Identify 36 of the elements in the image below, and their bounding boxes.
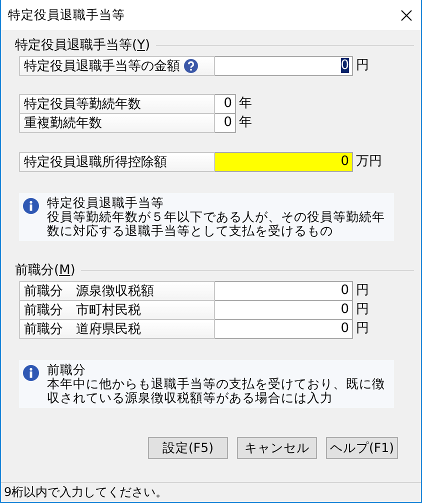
note-title: 前職分	[47, 363, 87, 377]
field-label: 前職分 道府県民税	[24, 321, 141, 338]
field-label: 特定役員等勤続年数	[24, 96, 141, 113]
field-label: 特定役員退職所得控除額	[24, 154, 167, 171]
unit-label: 年	[239, 95, 252, 113]
note-text: 本年中に他からも退職手当等の支払を受けており、既に徴収されている源泉徴収税額等がある場合には入力	[47, 377, 386, 405]
info-icon	[23, 198, 39, 214]
input-field[interactable]: 0	[215, 300, 353, 320]
group-heading: 特定役員退職手当等(Y)	[15, 37, 150, 54]
field-label: 前職分 源泉徴収税額	[24, 283, 154, 300]
input-field[interactable]: 0	[215, 56, 353, 76]
input-field[interactable]: 0	[215, 94, 236, 114]
window-title: 特定役員退職手当等	[8, 6, 125, 24]
field-label: 前職分 市町村民税	[24, 302, 141, 319]
group-heading: 前職分(M)	[15, 262, 76, 279]
unit-label: 円	[356, 282, 369, 300]
dialog-button[interactable]: ヘルプ(F1)	[326, 437, 398, 459]
input-field[interactable]: 0	[215, 281, 353, 301]
unit-label: 円	[356, 320, 369, 338]
close-icon[interactable]	[401, 10, 412, 20]
input-field[interactable]: 0	[215, 319, 353, 339]
note-text: 役員等勤続年数が５年以下である人が、その役員等勤続年数に対応する退職手当等として支払を受けるもの	[47, 210, 386, 238]
unit-label: 円	[356, 57, 369, 75]
help-icon[interactable]	[184, 59, 198, 73]
dialog-button[interactable]: 設定(F5)	[148, 437, 228, 459]
field-label: 重複勤続年数	[24, 115, 102, 132]
unit-label: 万円	[356, 153, 382, 171]
input-field[interactable]: 0	[215, 152, 353, 172]
info-icon	[23, 365, 39, 381]
status-text: 9桁以内で入力してください。	[4, 484, 168, 501]
unit-label: 円	[356, 301, 369, 319]
dialog-button[interactable]: キャンセル	[237, 437, 317, 459]
unit-label: 年	[239, 114, 252, 132]
input-field[interactable]: 0	[215, 113, 236, 133]
note-title: 特定役員退職手当等	[47, 196, 165, 210]
field-label: 特定役員退職手当等の金額	[24, 58, 180, 75]
